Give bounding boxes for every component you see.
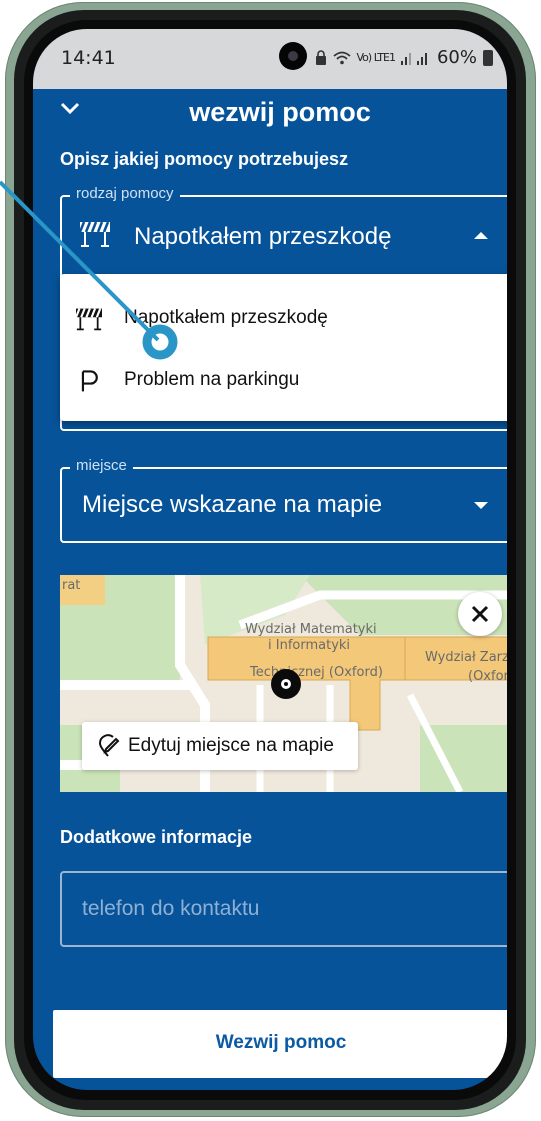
map-label: rat xyxy=(62,578,80,593)
contact-phone-input[interactable]: telefon do kontaktu xyxy=(60,871,507,947)
place-value: Miejsce wskazane na mapie xyxy=(82,491,383,518)
menu-item-label: Napotkałem przeszkodę xyxy=(124,307,328,328)
caret-up-icon xyxy=(474,232,488,239)
menu-item-obstacle[interactable]: Napotkałem przeszkodę xyxy=(60,292,507,344)
help-type-menu: Napotkałem przeszkodę Problem na parking… xyxy=(60,274,507,421)
front-camera xyxy=(279,42,307,70)
form-subtitle: Opisz jakiej pomocy potrzebujesz xyxy=(60,149,349,169)
menu-item-parking[interactable]: Problem na parkingu xyxy=(60,354,507,406)
lock-icon xyxy=(315,49,326,65)
status-icons: Vo) LTE1 60% xyxy=(315,47,493,68)
place-select[interactable]: miejsce Miejsce wskazane na mapie xyxy=(60,457,507,543)
map-label: Technicznej (Oxford) xyxy=(249,665,383,680)
parking-icon xyxy=(81,370,98,392)
app-header: wezwij pomoc xyxy=(33,89,507,145)
page-title: wezwij pomoc xyxy=(189,97,371,127)
contact-phone-placeholder: telefon do kontaktu xyxy=(82,897,260,920)
network-label: Vo) LTE1 xyxy=(356,51,396,64)
signal-icon xyxy=(400,52,427,65)
wifi-icon xyxy=(332,51,351,64)
map-label: (Oxfor xyxy=(468,669,507,684)
map-label: Wydział Zarz xyxy=(425,650,507,665)
barrier-icon xyxy=(78,221,110,247)
status-bar: 14:41 Vo) LTE1 60% xyxy=(33,29,507,89)
screen: 14:41 Vo) LTE1 60% wezwij pomoc Opisz ja… xyxy=(33,29,507,1090)
place-legend: miejsce xyxy=(70,457,133,474)
additional-info-title: Dodatkowe informacje xyxy=(60,827,253,847)
edit-map-label: Edytuj miejsce na mapie xyxy=(128,735,334,756)
edit-map-location-button[interactable]: Edytuj miejsce na mapie xyxy=(82,722,358,770)
barrier-icon xyxy=(74,308,102,331)
map-label: i Informatyki xyxy=(268,638,350,653)
edit-location-icon xyxy=(98,734,120,757)
battery-icon xyxy=(483,49,493,66)
close-icon xyxy=(471,605,489,623)
battery-percent: 60% xyxy=(436,47,477,68)
submit-label: Wezwij pomoc xyxy=(215,1032,347,1053)
submit-help-button[interactable]: Wezwij pomoc xyxy=(53,1010,507,1078)
caret-down-icon xyxy=(474,502,488,509)
help-type-legend: rodzaj pomocy xyxy=(70,185,180,202)
status-time: 14:41 xyxy=(61,47,116,69)
map-label: Wydział Matematyki xyxy=(245,622,377,637)
map-close-button[interactable] xyxy=(458,592,502,636)
menu-item-label: Problem na parkingu xyxy=(124,369,300,390)
location-pin-icon xyxy=(271,669,301,699)
help-type-value: Napotkałem przeszkodę xyxy=(134,223,392,250)
